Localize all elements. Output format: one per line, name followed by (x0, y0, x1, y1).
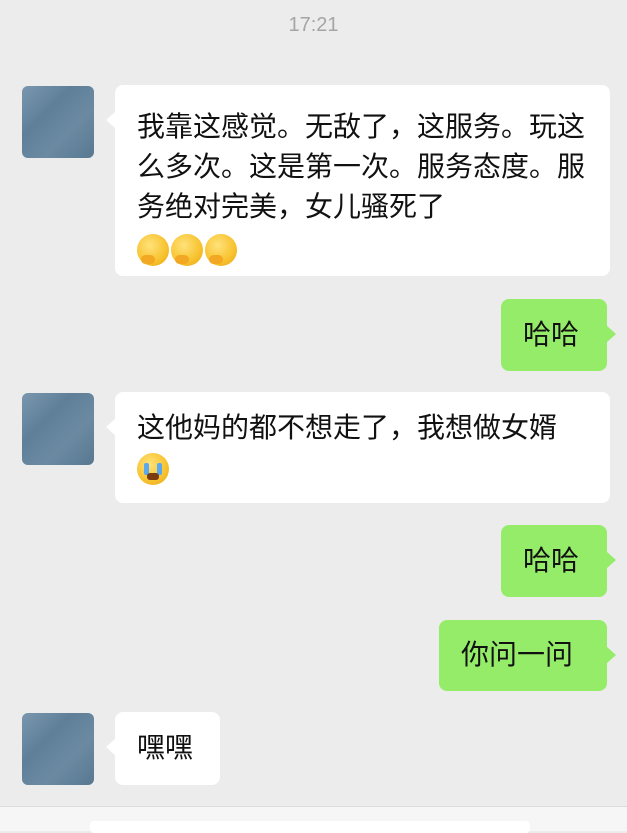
input-bar (0, 806, 627, 833)
message-bubble-outgoing[interactable]: 哈哈 (501, 525, 616, 597)
emoji-row (137, 229, 588, 269)
message-bubble-incoming[interactable]: 这他妈的都不想走了，我想做女婿 (106, 392, 610, 503)
message-bubble-outgoing[interactable]: 哈哈 (501, 299, 616, 371)
message-text: 你问一问 (461, 638, 574, 671)
crying-emoji-icon (137, 453, 169, 485)
message-input[interactable] (90, 821, 530, 833)
message-bubble-outgoing[interactable]: 你问一问 (439, 620, 616, 691)
timestamp: 17:21 (288, 14, 339, 36)
message-text: 我靠这感觉。无敌了，这服务。玩这么多次。这是第一次。服务态度。服务绝对完美，女儿… (137, 110, 586, 223)
covering-mouth-emoji-icon (171, 234, 203, 266)
message-text: 哈哈 (523, 318, 580, 351)
message-bubble-incoming[interactable]: 嘿嘿 (106, 712, 220, 785)
message-text: 嘿嘿 (137, 731, 194, 764)
covering-mouth-emoji-icon (205, 234, 237, 266)
message-text: 这他妈的都不想走了，我想做女婿 (137, 411, 558, 444)
avatar[interactable] (22, 393, 94, 465)
emoji-row (137, 448, 590, 488)
avatar[interactable] (22, 713, 94, 785)
covering-mouth-emoji-icon (137, 234, 169, 266)
avatar[interactable] (22, 86, 94, 158)
message-bubble-incoming[interactable]: 我靠这感觉。无敌了，这服务。玩这么多次。这是第一次。服务态度。服务绝对完美，女儿… (106, 85, 610, 276)
message-text: 哈哈 (523, 544, 580, 577)
